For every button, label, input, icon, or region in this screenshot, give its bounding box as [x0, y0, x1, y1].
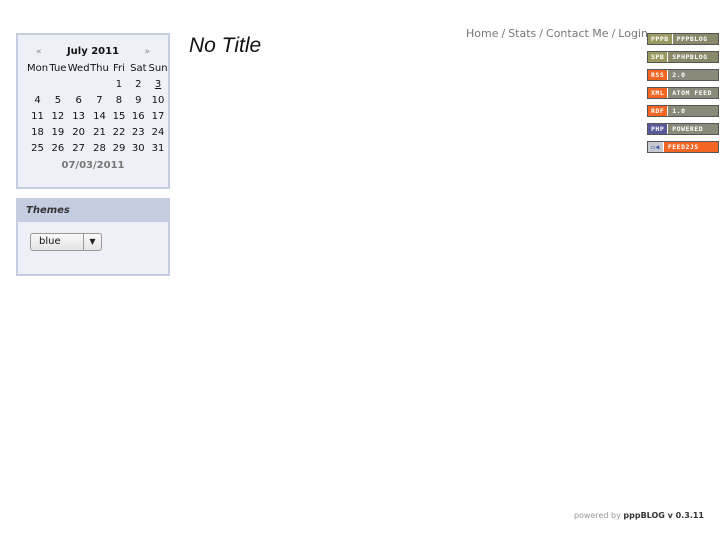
calendar-header: « July 2011 »	[18, 35, 168, 57]
badge-left-label: PPPB	[648, 34, 673, 44]
nav-link-login[interactable]: Login	[618, 27, 648, 40]
calendar-week: 25 26 27 28 29 30 31	[27, 140, 168, 156]
prev-month-button[interactable]: «	[36, 47, 42, 57]
badge-feed2js[interactable]: ▭◀ FEED2JS	[647, 141, 719, 153]
calendar-day: 25	[31, 142, 44, 154]
nav-link-contact-me[interactable]: Contact Me	[546, 27, 609, 40]
badge-left-label: RSS	[648, 70, 669, 80]
calendar-day: 9	[135, 94, 142, 106]
calendar-empty-cell	[68, 76, 90, 92]
calendar-day: 19	[51, 126, 65, 138]
page-title: No Title	[189, 34, 262, 57]
calendar-day: 7	[96, 94, 103, 106]
badge-left-label: PHP	[648, 124, 669, 134]
calendar-day[interactable]: 3	[148, 76, 168, 92]
nav-link-stats[interactable]: Stats	[508, 27, 536, 40]
weekday-header: Tue	[49, 62, 67, 74]
calendar-day: 11	[31, 110, 44, 122]
weekday-header: Thu	[90, 62, 109, 74]
footer-prefix: powered by	[573, 511, 621, 520]
calendar-current-date: 07/03/2011	[61, 160, 125, 171]
calendar-day: 23	[131, 126, 145, 138]
badge-left-label: RDF	[648, 106, 669, 116]
badge-2-0[interactable]: RSS 2.0	[647, 69, 719, 81]
badge-powered[interactable]: PHP POWERED	[647, 123, 719, 135]
top-navigation: Home / Stats / Contact Me / Login	[466, 27, 648, 40]
calendar-day: 14	[93, 110, 106, 122]
footer: powered by pppBLOG v 0.3.11	[574, 511, 704, 520]
calendar-empty-cell	[90, 76, 110, 92]
calendar-day: 26	[51, 142, 65, 154]
badge-right-label: ATOM FEED	[668, 88, 718, 98]
nav-separator: /	[539, 27, 544, 40]
weekday-header: Mon	[27, 62, 49, 74]
theme-select-value: blue	[39, 236, 61, 247]
calendar-day: 13	[72, 110, 85, 122]
weekday-header: Sat	[130, 62, 147, 74]
calendar-day: 4	[34, 94, 41, 106]
badge-right-label: FEED2JS	[663, 142, 718, 152]
badge-left-label: ▭◀	[648, 142, 664, 152]
calendar-day: 28	[93, 142, 106, 154]
badges-list: PPPB PPPBLOG SPB SPHPBLOG RSS 2.0 XML ATOM FEED…	[647, 33, 719, 159]
calendar-day: 10	[151, 94, 165, 106]
footer-brand-link[interactable]: pppBLOG v 0.3.11	[623, 511, 704, 520]
badge-left-label: SPB	[648, 52, 669, 62]
calendar-day: 31	[151, 142, 165, 154]
themes-title: Themes	[18, 200, 168, 222]
calendar-day: 30	[131, 142, 145, 154]
calendar-week: 11 12 13 14 15 16 17	[27, 108, 168, 124]
calendar-week: 4 5 6 7 8 9 10	[27, 92, 168, 108]
calendar-empty-cell	[48, 76, 68, 92]
badge-atom-feed[interactable]: XML ATOM FEED	[647, 87, 719, 99]
calendar-day: 18	[31, 126, 44, 138]
calendar-widget: « July 2011 » Mon Tue Wed Thu Fri Sat Sun 1234…	[16, 33, 170, 189]
nav-separator: /	[501, 27, 506, 40]
calendar-week: 18 19 20 21 22 23 24	[27, 124, 168, 140]
theme-select[interactable]: blue ▼	[30, 233, 102, 251]
weekday-header: Wed	[67, 62, 90, 74]
badge-right-label: POWERED	[668, 124, 718, 134]
calendar-day: 2	[135, 78, 142, 90]
weekday-header: Sun	[148, 62, 168, 74]
badge-pppblog[interactable]: PPPB PPPBLOG	[647, 33, 719, 45]
badge-1-0[interactable]: RDF 1.0	[647, 105, 719, 117]
calendar-day: 29	[112, 142, 126, 154]
calendar-day: 6	[75, 94, 82, 106]
calendar-day: 21	[93, 126, 106, 138]
calendar-day: 15	[112, 110, 126, 122]
themes-widget: Themes blue ▼	[16, 198, 170, 276]
badge-right-label: 1.0	[668, 106, 718, 116]
badge-right-label: 2.0	[668, 70, 718, 80]
badge-right-label: SPHPBLOG	[668, 52, 718, 62]
next-month-button[interactable]: »	[144, 47, 150, 57]
calendar-day: 1	[115, 78, 123, 90]
calendar-month: July 2011	[66, 46, 120, 57]
calendar-day: 24	[151, 126, 165, 138]
nav-link-home[interactable]: Home	[466, 27, 498, 40]
calendar-day: 16	[131, 110, 145, 122]
calendar-day: 12	[51, 110, 65, 122]
chevron-down-icon: ▼	[83, 234, 101, 250]
calendar-day: 27	[72, 142, 85, 154]
calendar-day: 20	[72, 126, 85, 138]
nav-separator: /	[611, 27, 616, 40]
calendar-day: 5	[54, 94, 62, 106]
badge-left-label: XML	[648, 88, 669, 98]
badge-right-label: PPPBLOG	[672, 34, 718, 44]
calendar-day: 17	[151, 110, 165, 122]
calendar-empty-cell	[27, 76, 48, 92]
calendar-week: 123	[27, 76, 168, 92]
calendar-day: 8	[115, 94, 123, 106]
badge-sphpblog[interactable]: SPB SPHPBLOG	[647, 51, 719, 63]
weekday-header: Fri	[112, 62, 125, 74]
calendar-grid: Mon Tue Wed Thu Fri Sat Sun 1 2 3 4 5 6 7 8 9 10 11 12 13 1…	[27, 60, 168, 156]
calendar-day: 22	[112, 126, 126, 138]
